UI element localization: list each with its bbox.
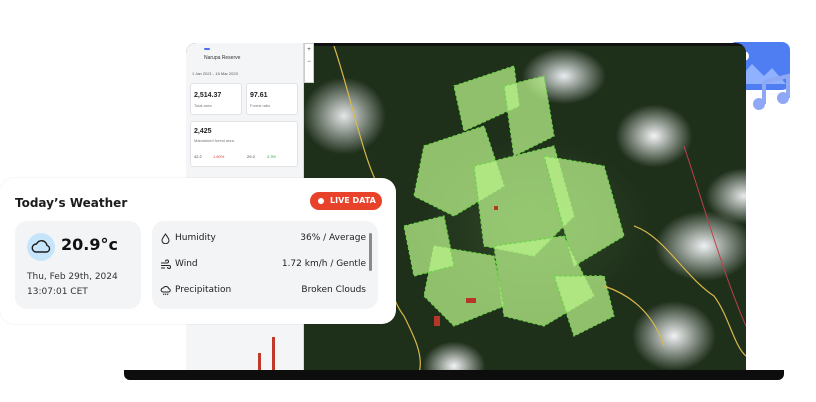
zoom-in-button[interactable]: + [305,44,313,56]
humidity-row: Humidity 36% / Average [160,231,366,247]
wind-value: 1.72 km/h / Gentle [281,259,366,269]
stats-scrollbar[interactable] [369,233,372,271]
hero-stage: Narupa Reserve 1 Jan 2021 - 16 Mar 2023 … [0,0,816,402]
current-time: 13:07:01 CET [27,287,88,297]
map-zoom-control[interactable]: + − [304,43,314,83]
wind-icon [161,259,171,269]
cloud-rain-icon [160,286,171,296]
zoom-out-button[interactable]: − [305,56,313,68]
date-range[interactable]: 1 Jan 2021 - 16 Mar 2023 [192,71,238,76]
metric-value: 2,425 [194,128,212,135]
metric-card-maintained-area: 2,425 Maintained forest area 42.2 1.60% … [190,121,298,167]
metric-label: Maintained forest area [194,138,234,143]
metric-card-forest-ratio: 97.61 Forest ratio [246,83,298,115]
temperature-value: 20.9°c [61,235,118,254]
temperature-card: 20.9°c Thu, Feb 29th, 2024 13:07:01 CET [15,221,141,309]
small-value: 29.3 [247,154,255,159]
bar-chart-mini [252,333,292,373]
weather-stats-card[interactable]: Humidity 36% / Average Wind 1.72 km/h / … [152,221,378,309]
laptop-base [124,370,784,380]
reserve-name: Narupa Reserve [204,55,241,61]
metric-value: 97.61 [250,92,268,99]
droplet-icon [161,233,170,244]
humidity-label: Humidity [175,233,216,243]
metric-card-total-area: 2,514.37 Total area [190,83,242,115]
weather-title: Today’s Weather [15,196,128,210]
metric-value: 2,514.37 [194,92,222,99]
weather-widget: Today’s Weather LIVE DATA 20.9°c Thu, Fe… [0,178,396,324]
humidity-value: 36% / Average [300,233,366,243]
small-value: 42.2 [194,154,202,159]
small-value: 3.3% [267,154,277,159]
metric-label: Forest ratio [250,103,271,108]
metric-label: Total area [194,103,212,108]
current-date: Thu, Feb 29th, 2024 [27,272,118,282]
wind-row: Wind 1.72 km/h / Gentle [160,257,366,273]
small-value: 1.60% [213,154,225,159]
wind-label: Wind [175,259,198,269]
project-badge [204,48,210,50]
live-data-label: LIVE DATA [330,196,376,205]
precipitation-label: Precipitation [175,285,232,295]
live-indicator-dot [318,198,324,204]
precipitation-row: Precipitation Broken Clouds [160,283,366,299]
cloud-icon [27,233,55,261]
precipitation-value: Broken Clouds [301,285,366,295]
live-data-badge[interactable]: LIVE DATA [310,192,382,210]
